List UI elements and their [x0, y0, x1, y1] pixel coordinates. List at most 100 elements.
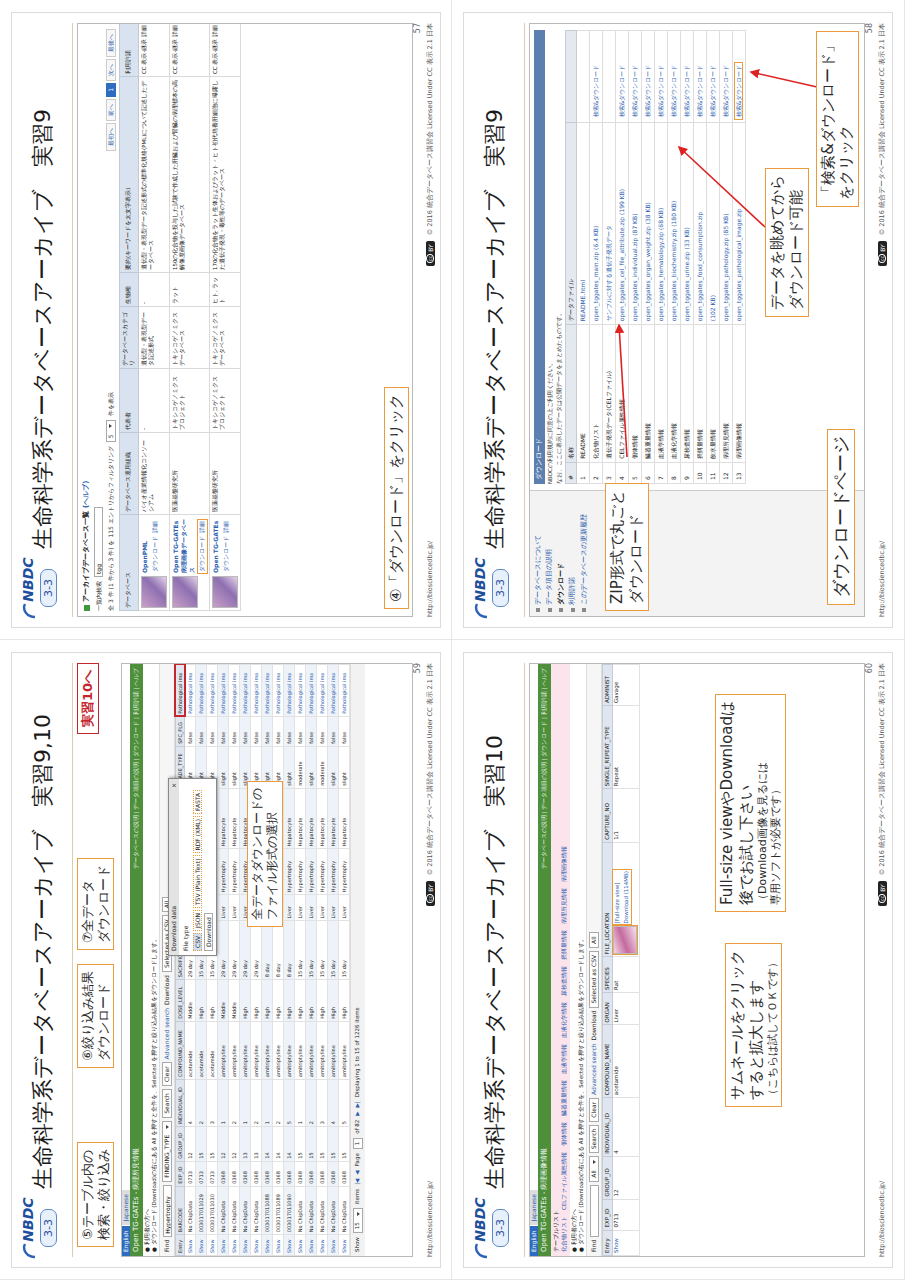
row-link[interactable]: Show: [283, 1234, 294, 1255]
help-link[interactable]: (ヘルプ): [82, 480, 91, 507]
column-header[interactable]: Entry: [603, 1230, 613, 1255]
row-link[interactable]: Show: [261, 1234, 272, 1255]
data-file[interactable]: open_tggates_organ_weight.zip (38 KB): [642, 122, 655, 324]
advanced-search-link[interactable]: Advanced search: [163, 1007, 171, 1058]
file-type-option[interactable]: FASTA: [192, 789, 202, 813]
sidebar-item[interactable]: ダウンロード: [557, 495, 565, 612]
column-header[interactable]: データベースカテゴリ: [119, 306, 138, 368]
search-input[interactable]: [94, 507, 103, 577]
row-link[interactable]: Pathological ima: [206, 664, 217, 716]
file-type-option[interactable]: TSV (Plain Text): [192, 855, 202, 908]
search-download-button[interactable]: 検索&ダウンロード: [735, 62, 742, 119]
column-header[interactable]: FILE_LOCATION: [603, 842, 613, 957]
column-header[interactable]: EXP_ID: [175, 1161, 185, 1186]
table-link[interactable]: 病理所見情報: [561, 887, 568, 923]
column-header[interactable]: INDIVIDUAL_ID: [603, 1097, 613, 1156]
data-file[interactable]: open_tggates_hematology.zip (68 KB): [655, 122, 668, 324]
row-link[interactable]: Pathological ima: [261, 664, 272, 716]
pager-button[interactable]: 最初へ: [106, 122, 116, 150]
data-file[interactable]: open_tggates_pathological_image.zip: [733, 122, 746, 324]
next-page-button[interactable]: ▶: [354, 1111, 361, 1115]
page-input[interactable]: 1: [353, 1137, 362, 1149]
data-file[interactable]: open_tggates_urine.zip (33 KB): [681, 122, 694, 324]
column-header[interactable]: BARCODE: [175, 1186, 185, 1234]
column-header[interactable]: データベース: [119, 514, 138, 610]
column-header[interactable]: データベース運用組織: [119, 432, 138, 514]
site-url[interactable]: http://biosciencedbc.jp/: [878, 1180, 886, 1256]
data-file[interactable]: (102 KB): [707, 122, 720, 324]
data-file[interactable]: サンプルに対する遺伝子発現データ: [603, 122, 616, 324]
find-input[interactable]: [162, 1184, 171, 1236]
toolbar-button[interactable]: Search: [162, 1089, 172, 1118]
site-url[interactable]: http://biosciencedbc.jp/: [426, 540, 434, 616]
sidebar-item[interactable]: 利用許諾: [568, 495, 576, 612]
table-link[interactable]: 血液学情報: [561, 1043, 568, 1073]
row-link[interactable]: Show: [305, 1234, 316, 1255]
column-header[interactable]: SINGLE_REPEAT_TYPE: [603, 705, 613, 788]
table-link[interactable]: 病理画像情報: [561, 845, 568, 881]
column-header[interactable]: SPECIES: [603, 956, 613, 992]
search-download-button[interactable]: 検索&ダウンロード: [618, 62, 625, 119]
row-link[interactable]: Show: [184, 1234, 195, 1255]
row-link[interactable]: Pathological ima: [217, 664, 228, 716]
database-name[interactable]: Open TG-GATEs: [211, 520, 219, 573]
language-tab[interactable]: Japanese: [122, 1190, 130, 1225]
database-name[interactable]: Open TG-GATEs 病理画像データベース: [172, 517, 195, 573]
image-link[interactable]: Download (114MB): [623, 871, 630, 923]
column-header[interactable]: DOSE_LEVEL: [175, 979, 185, 1020]
file-type-option[interactable]: CSV: [192, 932, 202, 950]
pager-button[interactable]: 前へ: [106, 98, 116, 120]
table-link[interactable]: 摂餌量情報: [561, 929, 568, 959]
per-page-select[interactable]: 15: [353, 1208, 362, 1233]
row-link[interactable]: Pathological ima: [327, 664, 338, 716]
search-download-button[interactable]: 検索&ダウンロード: [683, 62, 690, 119]
advanced-search-link[interactable]: Advanced search: [590, 1043, 598, 1094]
language-tab[interactable]: English: [122, 1226, 130, 1256]
search-download-button[interactable]: 検索&ダウンロード: [657, 62, 664, 119]
nav-links[interactable]: データベースの説明 | データ項目の説明 | ダウンロード | 利用許諾 | ヘ…: [541, 668, 548, 869]
data-file[interactable]: open_tggates_main.zip (6.4 KB): [590, 122, 603, 324]
find-input[interactable]: [590, 1184, 599, 1236]
toolbar-button[interactable]: Search: [589, 1124, 599, 1153]
column-header[interactable]: CAPTURE_NO: [603, 788, 613, 842]
row-link[interactable]: Pathological ima: [305, 664, 316, 716]
image-link[interactable]: [Full-size view]: [614, 871, 621, 923]
close-button[interactable]: ×: [170, 783, 178, 788]
row-link[interactable]: Show: [338, 1234, 349, 1255]
search-download-button[interactable]: 検索&ダウンロード: [670, 62, 677, 119]
column-header[interactable]: GROUP_ID: [603, 1156, 613, 1199]
search-download-button[interactable]: [605, 115, 612, 119]
row-link[interactable]: Show: [195, 1234, 206, 1255]
row-link[interactable]: Show: [217, 1234, 228, 1255]
data-file[interactable]: open_tggates_cel_file_attribute.zip (199…: [616, 122, 629, 324]
pager-button[interactable]: 1: [106, 83, 116, 97]
row-link[interactable]: Show: [316, 1234, 327, 1255]
row-link[interactable]: Show: [294, 1234, 305, 1255]
nav-links[interactable]: データベースの説明 | データ項目の説明 | ダウンロード | 利用許諾 | ヘ…: [132, 668, 139, 869]
column-header[interactable]: COMPOUND_NAME: [603, 1024, 613, 1097]
database-link[interactable]: ダウンロード: [222, 536, 229, 572]
row-link[interactable]: Pathological ima: [239, 664, 250, 716]
table-link[interactable]: CELファイル属性情報: [561, 1151, 568, 1209]
selected-as-button[interactable]: Selected as CSV: [589, 950, 599, 1007]
pager-button[interactable]: 最後へ: [106, 29, 116, 57]
database-link[interactable]: 詳細: [198, 521, 205, 533]
database-link[interactable]: 詳細: [151, 521, 158, 533]
row-link[interactable]: Pathological ima: [250, 664, 261, 716]
file-type-option[interactable]: JSON: [192, 910, 202, 931]
pager-button[interactable]: 次へ: [106, 59, 116, 81]
file-type-option[interactable]: RDF (XML): [192, 815, 202, 852]
table-link[interactable]: 臓器重量情報: [561, 1079, 568, 1115]
row-link[interactable]: Show: [250, 1234, 261, 1255]
data-file[interactable]: open_tggates_individual.zip (87 KB): [629, 122, 642, 324]
search-download-button[interactable]: 検索&ダウンロード: [722, 62, 729, 119]
table-link[interactable]: 尿検査情報: [561, 965, 568, 995]
site-url[interactable]: http://biosciencedbc.jp/: [426, 1180, 434, 1256]
column-header[interactable]: Entry: [175, 1234, 185, 1255]
sidebar-item[interactable]: このデータベースの更新履歴: [580, 495, 588, 612]
column-header[interactable]: 代表者: [119, 368, 138, 432]
search-download-button[interactable]: 検索&ダウンロード: [709, 62, 716, 119]
row-link[interactable]: Show: [613, 1230, 640, 1255]
row-link[interactable]: Pathological ima: [228, 664, 239, 716]
prev-page-button[interactable]: ◀: [354, 1170, 361, 1174]
